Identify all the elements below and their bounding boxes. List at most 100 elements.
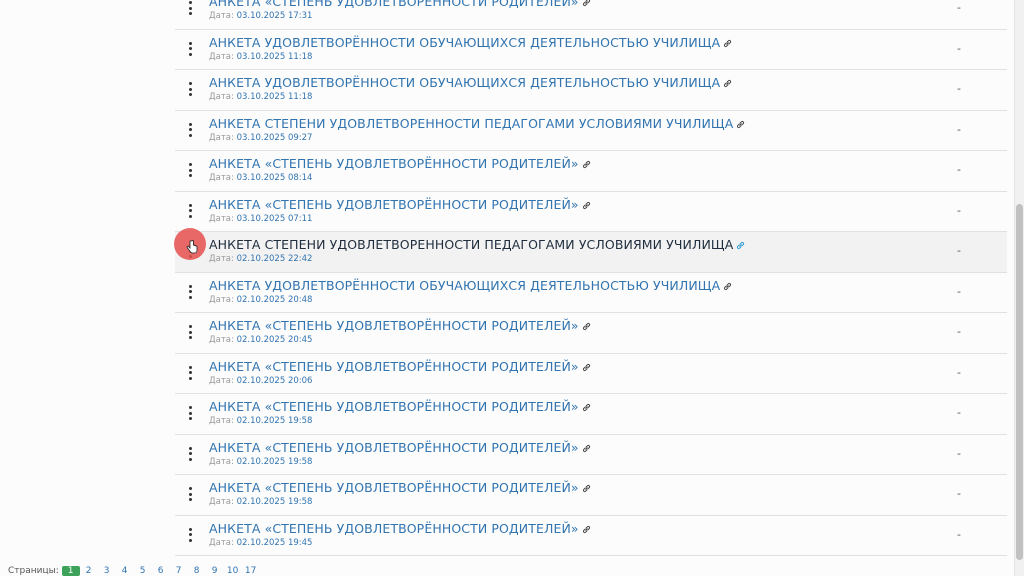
survey-title-link[interactable]: АНКЕТА «СТЕПЕНЬ УДОВЛЕТВОРЁННОСТИ РОДИТЕ… <box>209 480 591 496</box>
date-label: Дата: <box>209 132 234 143</box>
list-item[interactable]: АНКЕТА УДОВЛЕТВОРЁННОСТИ ОБУЧАЮЩИХСЯ ДЕЯ… <box>175 70 1007 111</box>
survey-title-link[interactable]: АНКЕТА «СТЕПЕНЬ УДОВЛЕТВОРЁННОСТИ РОДИТЕ… <box>209 0 591 10</box>
survey-list: АНКЕТА «СТЕПЕНЬ УДОВЛЕТВОРЁННОСТИ РОДИТЕ… <box>175 0 1007 556</box>
list-item[interactable]: АНКЕТА «СТЕПЕНЬ УДОВЛЕТВОРЁННОСТИ РОДИТЕ… <box>175 394 1007 435</box>
page-link[interactable]: 3 <box>98 566 116 576</box>
survey-date: Дата: 02.10.2025 20:45 <box>209 335 312 345</box>
list-item[interactable]: АНКЕТА «СТЕПЕНЬ УДОВЛЕТВОРЁННОСТИ РОДИТЕ… <box>175 475 1007 516</box>
vertical-dots-icon[interactable] <box>187 527 193 542</box>
survey-title[interactable]: АНКЕТА УДОВЛЕТВОРЁННОСТИ ОБУЧАЮЩИХСЯ ДЕЯ… <box>209 278 720 293</box>
survey-title-link[interactable]: АНКЕТА СТЕПЕНИ УДОВЛЕТВОРЕННОСТИ ПЕДАГОГ… <box>209 116 745 132</box>
date-label: Дата: <box>209 416 234 426</box>
link-icon[interactable] <box>736 117 745 132</box>
link-icon[interactable] <box>582 157 591 172</box>
survey-title-link[interactable]: АНКЕТА «СТЕПЕНЬ УДОВЛЕТВОРЁННОСТИ РОДИТЕ… <box>209 440 591 456</box>
link-icon[interactable] <box>723 76 732 91</box>
page-link[interactable]: 7 <box>170 566 188 576</box>
link-icon[interactable] <box>736 238 745 253</box>
row-value: - <box>957 41 961 55</box>
link-icon[interactable] <box>582 522 591 537</box>
page-link[interactable]: 1 <box>61 566 80 576</box>
list-item[interactable]: АНКЕТА «СТЕПЕНЬ УДОВЛЕТВОРЁННОСТИ РОДИТЕ… <box>175 515 1007 556</box>
list-item[interactable]: АНКЕТА «СТЕПЕНЬ УДОВЛЕТВОРЁННОСТИ РОДИТЕ… <box>175 0 1007 30</box>
vertical-dots-icon[interactable] <box>187 446 193 461</box>
survey-title[interactable]: АНКЕТА «СТЕПЕНЬ УДОВЛЕТВОРЁННОСТИ РОДИТЕ… <box>209 318 579 333</box>
list-item[interactable]: АНКЕТА «СТЕПЕНЬ УДОВЛЕТВОРЁННОСТИ РОДИТЕ… <box>175 313 1007 354</box>
survey-title[interactable]: АНКЕТА СТЕПЕНИ УДОВЛЕТВОРЕННОСТИ ПЕДАГОГ… <box>209 116 733 131</box>
survey-title[interactable]: АНКЕТА «СТЕПЕНЬ УДОВЛЕТВОРЁННОСТИ РОДИТЕ… <box>209 521 579 536</box>
survey-title[interactable]: АНКЕТА «СТЕПЕНЬ УДОВЛЕТВОРЁННОСТИ РОДИТЕ… <box>209 156 579 171</box>
list-item[interactable]: АНКЕТА «СТЕПЕНЬ УДОВЛЕТВОРЁННОСТИ РОДИТЕ… <box>175 151 1007 192</box>
vertical-dots-icon[interactable] <box>187 122 193 137</box>
page-link[interactable]: 4 <box>116 566 134 576</box>
survey-title-link[interactable]: АНКЕТА «СТЕПЕНЬ УДОВЛЕТВОРЁННОСТИ РОДИТЕ… <box>209 399 591 415</box>
link-icon[interactable] <box>582 441 591 456</box>
survey-title-link[interactable]: АНКЕТА УДОВЛЕТВОРЁННОСТИ ОБУЧАЮЩИХСЯ ДЕЯ… <box>209 278 732 294</box>
list-item[interactable]: АНКЕТА «СТЕПЕНЬ УДОВЛЕТВОРЁННОСТИ РОДИТЕ… <box>175 434 1007 475</box>
page-link[interactable]: 8 <box>188 566 206 576</box>
survey-title-link[interactable]: АНКЕТА «СТЕПЕНЬ УДОВЛЕТВОРЁННОСТИ РОДИТЕ… <box>209 359 591 375</box>
scrollbar-thumb[interactable] <box>1016 204 1023 560</box>
page-link[interactable]: 10 <box>224 566 242 576</box>
survey-title[interactable]: АНКЕТА «СТЕПЕНЬ УДОВЛЕТВОРЁННОСТИ РОДИТЕ… <box>209 359 579 374</box>
page-link[interactable]: 9 <box>206 566 224 576</box>
survey-date: Дата: 03.10.2025 09:27 <box>209 133 312 143</box>
vertical-dots-icon[interactable] <box>187 163 193 177</box>
vertical-dots-icon[interactable] <box>187 203 193 218</box>
vertical-dots-icon[interactable] <box>187 284 193 299</box>
vertical-dots-icon[interactable] <box>187 406 193 420</box>
link-icon[interactable] <box>582 360 591 375</box>
survey-title[interactable]: АНКЕТА «СТЕПЕНЬ УДОВЛЕТВОРЁННОСТИ РОДИТЕ… <box>209 197 579 212</box>
date-label: Дата: <box>209 213 234 224</box>
vertical-dots-icon[interactable] <box>187 325 193 339</box>
page-link[interactable]: 2 <box>80 566 98 576</box>
vertical-dots-icon[interactable] <box>187 41 193 56</box>
vertical-dots-icon[interactable] <box>187 82 193 96</box>
page-link[interactable]: 5 <box>134 566 152 576</box>
survey-title[interactable]: АНКЕТА «СТЕПЕНЬ УДОВЛЕТВОРЁННОСТИ РОДИТЕ… <box>209 440 579 455</box>
date-value: 02.10.2025 20:45 <box>236 335 313 345</box>
survey-title[interactable]: АНКЕТА УДОВЛЕТВОРЁННОСТИ ОБУЧАЮЩИХСЯ ДЕЯ… <box>209 35 720 50</box>
survey-title[interactable]: АНКЕТА УДОВЛЕТВОРЁННОСТИ ОБУЧАЮЩИХСЯ ДЕЯ… <box>209 75 720 90</box>
survey-title-link[interactable]: АНКЕТА УДОВЛЕТВОРЁННОСТИ ОБУЧАЮЩИХСЯ ДЕЯ… <box>209 75 732 91</box>
date-value: 02.10.2025 19:45 <box>236 537 313 548</box>
list-item[interactable]: АНКЕТА «СТЕПЕНЬ УДОВЛЕТВОРЁННОСТИ РОДИТЕ… <box>175 191 1007 232</box>
list-item[interactable]: АНКЕТА УДОВЛЕТВОРЁННОСТИ ОБУЧАЮЩИХСЯ ДЕЯ… <box>175 29 1007 70</box>
survey-title[interactable]: АНКЕТА «СТЕПЕНЬ УДОВЛЕТВОРЁННОСТИ РОДИТЕ… <box>209 480 579 495</box>
row-value: - <box>957 487 961 500</box>
vertical-dots-icon[interactable] <box>187 365 193 380</box>
hand-pointer-icon <box>186 239 198 258</box>
survey-title[interactable]: АНКЕТА «СТЕПЕНЬ УДОВЛЕТВОРЁННОСТИ РОДИТЕ… <box>209 399 579 414</box>
link-icon[interactable] <box>582 0 591 10</box>
survey-title-link[interactable]: АНКЕТА «СТЕПЕНЬ УДОВЛЕТВОРЁННОСТИ РОДИТЕ… <box>209 318 591 334</box>
survey-title[interactable]: АНКЕТА «СТЕПЕНЬ УДОВЛЕТВОРЁННОСТИ РОДИТЕ… <box>209 0 579 9</box>
survey-title-link[interactable]: АНКЕТА СТЕПЕНИ УДОВЛЕТВОРЕННОСТИ ПЕДАГОГ… <box>209 237 745 253</box>
row-value: - <box>957 365 961 379</box>
list-item[interactable]: АНКЕТА «СТЕПЕНЬ УДОВЛЕТВОРЁННОСТИ РОДИТЕ… <box>175 353 1007 394</box>
link-icon[interactable] <box>582 481 591 496</box>
link-icon[interactable] <box>582 198 591 213</box>
vertical-dots-icon[interactable] <box>187 1 193 15</box>
date-label: Дата: <box>209 375 234 386</box>
scrollbar[interactable] <box>1014 0 1024 576</box>
link-icon[interactable] <box>723 279 732 294</box>
list-item[interactable]: АНКЕТА СТЕПЕНИ УДОВЛЕТВОРЕННОСТИ ПЕДАГОГ… <box>175 110 1007 151</box>
vertical-dots-icon[interactable] <box>187 487 193 501</box>
survey-title-link[interactable]: АНКЕТА УДОВЛЕТВОРЁННОСТИ ОБУЧАЮЩИХСЯ ДЕЯ… <box>209 35 732 51</box>
survey-title-link[interactable]: АНКЕТА «СТЕПЕНЬ УДОВЛЕТВОРЁННОСТИ РОДИТЕ… <box>209 197 591 213</box>
date-label: Дата: <box>209 92 234 102</box>
link-icon[interactable] <box>723 36 732 51</box>
survey-title[interactable]: АНКЕТА СТЕПЕНИ УДОВЛЕТВОРЕННОСТИ ПЕДАГОГ… <box>209 237 733 252</box>
survey-date: Дата: 02.10.2025 19:58 <box>209 457 312 467</box>
date-value: 03.10.2025 09:27 <box>236 132 313 143</box>
page-link[interactable]: 6 <box>152 566 170 576</box>
page-link[interactable]: 17 <box>242 566 260 576</box>
date-value: 02.10.2025 19:58 <box>236 456 313 467</box>
row-value: - <box>957 446 961 460</box>
survey-title-link[interactable]: АНКЕТА «СТЕПЕНЬ УДОВЛЕТВОРЁННОСТИ РОДИТЕ… <box>209 521 591 537</box>
list-item[interactable]: АНКЕТА СТЕПЕНИ УДОВЛЕТВОРЕННОСТИ ПЕДАГОГ… <box>175 232 1007 273</box>
list-item[interactable]: АНКЕТА УДОВЛЕТВОРЁННОСТИ ОБУЧАЮЩИХСЯ ДЕЯ… <box>175 272 1007 313</box>
survey-title-link[interactable]: АНКЕТА «СТЕПЕНЬ УДОВЛЕТВОРЁННОСТИ РОДИТЕ… <box>209 156 591 172</box>
link-icon[interactable] <box>582 319 591 334</box>
link-icon[interactable] <box>582 400 591 415</box>
